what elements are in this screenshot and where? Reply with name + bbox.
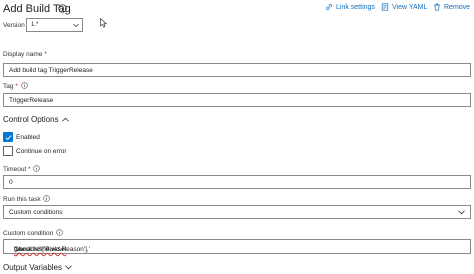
checkmark-icon [5,135,12,141]
enabled-checkbox[interactable] [3,132,13,142]
link-settings-button[interactable]: Link settings [325,3,375,11]
trash-icon [434,3,440,11]
control-options-label: Control Options [3,115,59,124]
chevron-down-icon [73,23,79,28]
info-icon[interactable] [43,195,51,202]
tag-value: TriggerRelease [9,97,54,104]
condition-shelveset: CheckInShelveset [14,246,67,253]
enabled-label: Enabled [16,134,40,141]
view-yaml-label: View YAML [392,3,428,11]
info-icon[interactable] [33,165,41,172]
chevron-down-icon [65,265,72,270]
info-icon[interactable] [58,4,67,13]
required-marker: * [15,83,18,90]
custom-condition-label-text: Custom condition [3,230,54,237]
custom-condition-label: Custom condition [3,229,63,237]
run-this-task-label: Run this task [3,195,51,203]
output-variables-label: Output Variables [3,263,62,272]
version-value: 1.* [31,22,39,28]
display-name-label-text: Display name [3,51,43,58]
control-options-header[interactable]: Control Options [3,115,69,124]
custom-condition-input[interactable]: ne (variables['Build.Reason'],' CheckInShe… [3,239,471,254]
yaml-icon [381,3,389,11]
tag-label-text: Tag [3,83,14,90]
tag-input[interactable]: TriggerRelease [3,93,471,107]
continue-on-error-label: Continue on error [16,148,67,155]
link-settings-label: Link settings [336,3,375,11]
tag-label: Tag * [3,82,28,90]
chevron-down-icon [458,210,465,215]
required-marker: * [28,166,31,173]
remove-button[interactable]: Remove [433,3,470,11]
version-label: Version [3,22,25,29]
output-variables-header[interactable]: Output Variables [3,263,72,272]
required-marker: * [44,51,47,58]
info-icon[interactable] [56,229,63,236]
display-name-label: Display name * [3,51,47,58]
remove-label: Remove [444,3,471,11]
display-name-value: Add build tag TriggerRelease [9,67,93,74]
chevron-up-icon [61,117,69,122]
timeout-input[interactable]: 0 [3,175,471,189]
info-icon[interactable] [20,82,28,89]
run-this-task-value: Custom conditions [9,209,63,216]
continue-on-error-checkbox[interactable] [3,146,13,156]
mouse-cursor-icon [100,18,107,28]
link-icon [326,4,332,10]
view-yaml-button[interactable]: View YAML [381,3,427,11]
condition-suffix: ') [14,246,18,253]
display-name-input[interactable]: Add build tag TriggerRelease [3,63,471,77]
version-dropdown[interactable]: 1.* [26,18,83,32]
run-this-task-select[interactable]: Custom conditions [3,205,471,219]
run-this-task-label-text: Run this task [3,196,41,203]
timeout-value: 0 [9,179,13,186]
timeout-label: Timeout * [3,165,41,173]
timeout-label-text: Timeout [3,166,27,173]
